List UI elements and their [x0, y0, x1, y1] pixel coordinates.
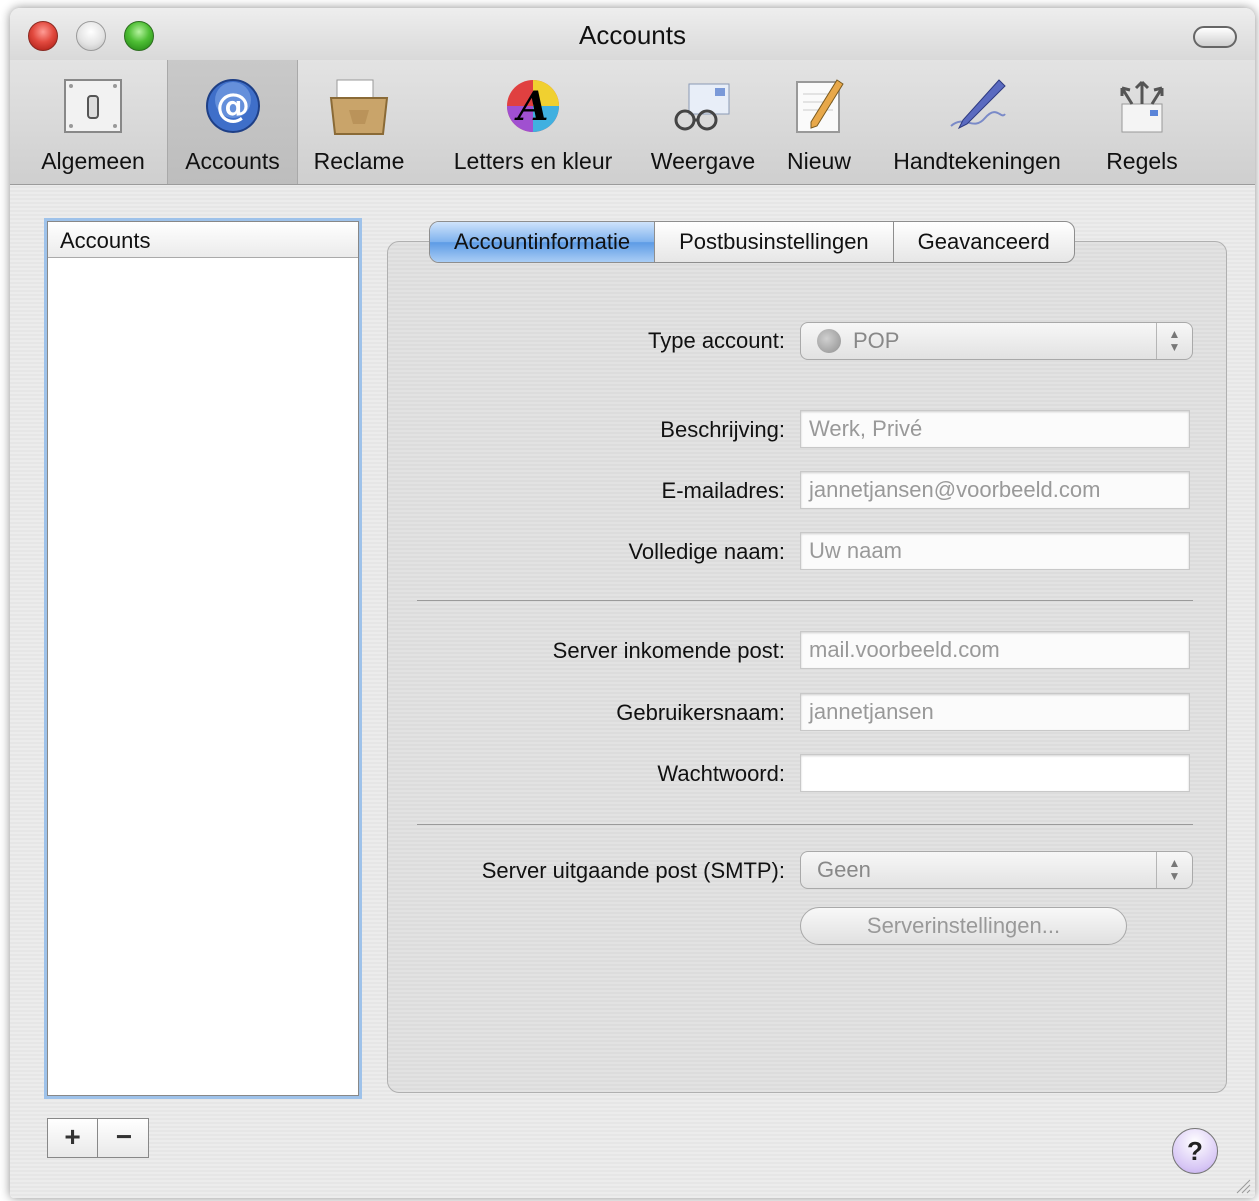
- add-account-button[interactable]: +: [48, 1119, 98, 1157]
- toolbar-label-letters-en-kleur: Letters en kleur: [453, 148, 613, 174]
- preferences-window: Accounts Algemeen @ Accounts Reclame A L…: [10, 8, 1255, 1198]
- signature-pen-icon: [950, 79, 1006, 130]
- resize-grip-icon[interactable]: [1233, 1176, 1251, 1194]
- username-label: Gebruikersnaam:: [616, 700, 785, 725]
- glasses-icon: [674, 83, 730, 131]
- window-title: Accounts: [579, 20, 686, 50]
- toolbar-label-accounts: Accounts: [185, 148, 280, 174]
- toolbar-label-algemeen: Algemeen: [41, 148, 145, 174]
- smtp-popup[interactable]: Geen ▲ ▼: [800, 851, 1193, 889]
- popup-arrows-icon: ▲ ▼: [1156, 323, 1192, 359]
- remove-account-button[interactable]: −: [99, 1119, 149, 1157]
- toolbar-item-nieuw[interactable]: Nieuw: [776, 60, 862, 184]
- username-field[interactable]: jannetjansen: [800, 693, 1190, 731]
- globe-icon: [817, 328, 841, 353]
- separator: [417, 600, 1193, 601]
- separator: [417, 824, 1193, 825]
- title-bar[interactable]: Accounts: [10, 8, 1255, 60]
- tab-geavanceerd[interactable]: Geavanceerd: [894, 222, 1074, 262]
- description-field[interactable]: Werk, Privé: [800, 410, 1190, 448]
- type-account-popup[interactable]: POP ▲ ▼: [800, 322, 1193, 360]
- toolbar-item-handtekeningen[interactable]: Handtekeningen: [872, 60, 1082, 184]
- notepad-pencil-icon: [796, 79, 844, 133]
- svg-text:@: @: [216, 86, 250, 126]
- toolbar-item-letters-en-kleur[interactable]: A Letters en kleur: [423, 60, 643, 184]
- add-remove-buttons: + −: [47, 1118, 149, 1158]
- toolbar-label-reclame: Reclame: [313, 148, 405, 174]
- toolbar-toggle-button[interactable]: [1193, 26, 1237, 48]
- rules-arrows-icon: [1120, 80, 1164, 133]
- accounts-list-header[interactable]: Accounts: [48, 222, 358, 258]
- at-icon: @: [205, 79, 260, 133]
- password-field[interactable]: [800, 754, 1190, 792]
- svg-text:A: A: [513, 83, 548, 130]
- accounts-list[interactable]: Accounts: [47, 221, 359, 1096]
- type-account-value: POP: [853, 328, 900, 353]
- font-color-icon: A: [507, 80, 559, 132]
- type-account-label: Type account:: [648, 328, 785, 353]
- server-settings-button[interactable]: Serverinstellingen...: [800, 907, 1127, 945]
- help-button[interactable]: ?: [1172, 1128, 1218, 1174]
- toolbar-item-algemeen[interactable]: Algemeen: [23, 60, 163, 184]
- switch-icon: [64, 79, 122, 133]
- toolbar-label-weergave: Weergave: [650, 148, 756, 174]
- toolbar-item-accounts[interactable]: @ Accounts: [167, 60, 298, 184]
- toolbar-item-regels[interactable]: Regels: [1092, 60, 1192, 184]
- toolbar-label-nieuw: Nieuw: [787, 148, 851, 174]
- password-label: Wachtwoord:: [657, 761, 785, 786]
- preferences-toolbar: Algemeen @ Accounts Reclame A Letters en…: [10, 60, 1255, 185]
- incoming-server-field[interactable]: mail.voorbeeld.com: [800, 631, 1190, 669]
- incoming-server-label: Server inkomende post:: [552, 638, 785, 663]
- description-label: Beschrijving:: [660, 417, 785, 442]
- toolbar-label-regels: Regels: [1106, 148, 1178, 174]
- smtp-label: Server uitgaande post (SMTP):: [481, 858, 785, 883]
- tab-postbusinstellingen[interactable]: Postbusinstellingen: [655, 222, 894, 262]
- smtp-value: Geen: [817, 857, 871, 882]
- junk-mail-icon: [329, 79, 389, 135]
- tab-accountinformatie[interactable]: Accountinformatie: [430, 222, 656, 262]
- email-label: E-mailadres:: [661, 478, 785, 503]
- email-field[interactable]: jannetjansen@voorbeeld.com: [800, 471, 1190, 509]
- popup-arrows-icon: ▲ ▼: [1156, 852, 1192, 888]
- toolbar-item-reclame[interactable]: Reclame: [303, 60, 415, 184]
- fullname-label: Volledige naam:: [628, 539, 785, 564]
- account-tabs: Accountinformatie Postbusinstellingen Ge…: [429, 221, 1075, 263]
- toolbar-item-weergave[interactable]: Weergave: [642, 60, 764, 184]
- toolbar-label-handtekeningen: Handtekeningen: [893, 148, 1061, 174]
- fullname-field[interactable]: Uw naam: [800, 532, 1190, 570]
